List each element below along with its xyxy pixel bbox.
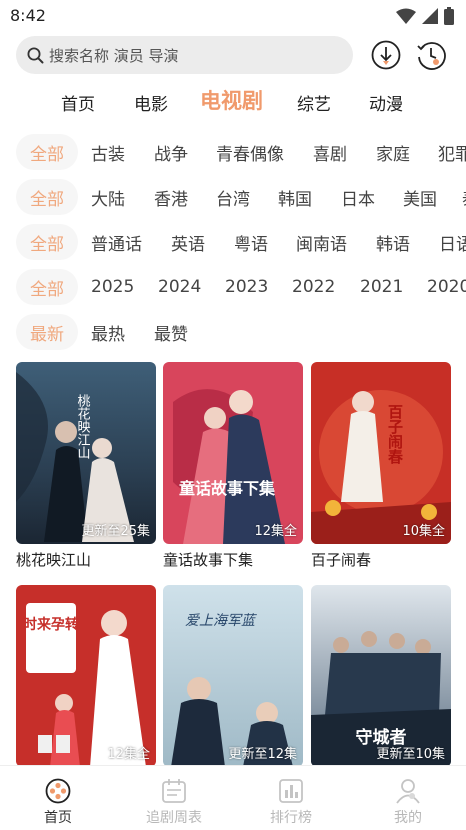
status-bar: 8:42 (0, 0, 466, 32)
bottom-nav-label: 排行榜 (270, 810, 312, 826)
filter-chip-language-all[interactable]: 全部 (16, 224, 78, 260)
filter-chip-year[interactable]: 2024 (158, 269, 201, 305)
filter-chip-year-all[interactable]: 全部 (16, 269, 78, 305)
tab-anime[interactable]: 动漫 (369, 90, 403, 115)
filter-chip-language[interactable]: 韩语 (376, 224, 410, 260)
poster-title-art: 百子闹春 (386, 404, 404, 465)
bottom-nav-profile[interactable]: 我的 (350, 766, 466, 830)
region-filter-row: 全部 大陆 香港 台湾 韩国 日本 美国 泰国 (0, 179, 466, 219)
poster-card[interactable]: 爱上海军蓝 更新至12集 (163, 585, 303, 767)
filter-chip-year[interactable]: 2021 (360, 269, 403, 305)
filter-chip-language[interactable]: 普通话 (91, 224, 142, 260)
status-time: 8:42 (10, 6, 46, 25)
filter-chip-language[interactable]: 闽南语 (296, 224, 347, 260)
filter-chip-year[interactable]: 2022 (292, 269, 335, 305)
year-filter-row: 全部 2025 2024 2023 2022 2021 2020 (0, 269, 466, 309)
poster-card[interactable]: 守城者 更新至10集 (311, 585, 451, 767)
card-title[interactable]: 童话故事下集 (163, 549, 253, 570)
filter-chip-genre[interactable]: 犯罪 (438, 134, 466, 170)
card-title[interactable]: 桃花映江山 (16, 549, 91, 570)
battery-icon (444, 7, 454, 25)
filter-chip-genre[interactable]: 家庭 (376, 134, 410, 170)
filter-chip-region[interactable]: 美国 (403, 179, 437, 215)
download-icon (371, 40, 401, 70)
search-icon (27, 47, 44, 63)
filter-chip-genre[interactable]: 战争 (154, 134, 188, 170)
tab-home[interactable]: 首页 (61, 90, 95, 115)
poster-title-art: 桃花映江山 (75, 394, 91, 459)
sort-chip-hottest[interactable]: 最热 (91, 314, 125, 350)
bottom-nav-label: 追剧周表 (146, 810, 202, 826)
poster-card[interactable]: 童话故事下集 12集全 (163, 362, 303, 544)
episode-badge: 更新至10集 (376, 747, 445, 762)
profile-icon (396, 779, 420, 804)
episode-badge: 更新至25集 (81, 524, 150, 539)
filter-chip-genre-all[interactable]: 全部 (16, 134, 78, 170)
history-icon (417, 42, 446, 70)
filter-chip-region-all[interactable]: 全部 (16, 179, 78, 215)
filter-chip-region[interactable]: 泰国 (462, 179, 466, 215)
filter-chip-genre[interactable]: 喜剧 (313, 134, 347, 170)
filter-chip-region[interactable]: 韩国 (278, 179, 312, 215)
genre-filter-row: 全部 古装 战争 青春偶像 喜剧 家庭 犯罪 (0, 134, 466, 174)
sort-chip-top-rated[interactable]: 最赞 (154, 314, 188, 350)
bottom-nav-schedule[interactable]: 追剧周表 (116, 766, 232, 830)
episode-badge: 12集全 (107, 747, 150, 762)
signal-icon (422, 8, 438, 24)
filter-chip-region[interactable]: 日本 (341, 179, 375, 215)
filter-chip-year[interactable]: 2023 (225, 269, 268, 305)
filter-chip-region[interactable]: 大陆 (91, 179, 125, 215)
poster-card[interactable]: 百子闹春 10集全 (311, 362, 451, 544)
filter-chip-year[interactable]: 2020 (427, 269, 466, 305)
poster-image: 守城者 (311, 585, 451, 767)
wifi-icon (396, 8, 416, 24)
sort-filter-row: 最新 最热 最赞 (0, 314, 466, 354)
poster-image: 童话故事下集 (163, 362, 303, 544)
bottom-nav-label: 我的 (394, 810, 422, 826)
poster-image: 时来孕转 (16, 585, 156, 767)
filter-chip-language[interactable]: 日语 (439, 224, 466, 260)
filter-chip-language[interactable]: 英语 (171, 224, 205, 260)
episode-badge: 更新至12集 (228, 747, 297, 762)
filter-chip-genre[interactable]: 青春偶像 (216, 134, 284, 170)
poster-card[interactable]: 桃花映江山 更新至25集 (16, 362, 156, 544)
search-input[interactable]: 搜索名称 演员 导演 (16, 36, 353, 74)
tab-tv-series[interactable]: 电视剧 (200, 85, 263, 115)
poster-title-art: 时来孕转 (23, 616, 79, 633)
history-button[interactable] (415, 39, 447, 71)
category-tabs: 首页 电影 电视剧 综艺 动漫 (0, 84, 466, 118)
poster-image: 百子闹春 (311, 362, 451, 544)
language-filter-row: 全部 普通话 英语 粤语 闽南语 韩语 日语 (0, 224, 466, 264)
search-row: 搜索名称 演员 导演 (0, 36, 466, 74)
episode-badge: 12集全 (254, 524, 297, 539)
ranking-chart-icon (279, 779, 303, 803)
bottom-nav-label: 首页 (44, 810, 72, 826)
filter-chip-genre[interactable]: 古装 (91, 134, 125, 170)
poster-title-art: 童话故事下集 (179, 479, 276, 498)
calendar-icon (162, 779, 186, 803)
tab-movies[interactable]: 电影 (134, 90, 168, 115)
filter-chip-region[interactable]: 香港 (154, 179, 188, 215)
poster-title-art: 爱上海军蓝 (185, 613, 257, 629)
filter-chip-language[interactable]: 粤语 (234, 224, 268, 260)
tab-variety[interactable]: 综艺 (297, 90, 331, 115)
episode-badge: 10集全 (402, 524, 445, 539)
bottom-nav-ranking[interactable]: 排行榜 (233, 766, 349, 830)
bottom-nav-home[interactable]: 首页 (0, 766, 116, 830)
bottom-navigation: 首页 追剧周表 排行榜 我的 (0, 765, 466, 830)
poster-card[interactable]: 时来孕转 12集全 (16, 585, 156, 767)
filter-chip-year[interactable]: 2025 (91, 269, 134, 305)
card-title[interactable]: 百子闹春 (311, 549, 371, 570)
download-button[interactable] (370, 39, 402, 71)
status-icons (396, 7, 454, 25)
sort-chip-newest[interactable]: 最新 (16, 314, 78, 350)
poster-image: 桃花映江山 (16, 362, 156, 544)
poster-image: 爱上海军蓝 (163, 585, 303, 767)
film-reel-icon (45, 778, 71, 804)
filter-chip-region[interactable]: 台湾 (216, 179, 250, 215)
search-placeholder: 搜索名称 演员 导演 (49, 46, 179, 65)
